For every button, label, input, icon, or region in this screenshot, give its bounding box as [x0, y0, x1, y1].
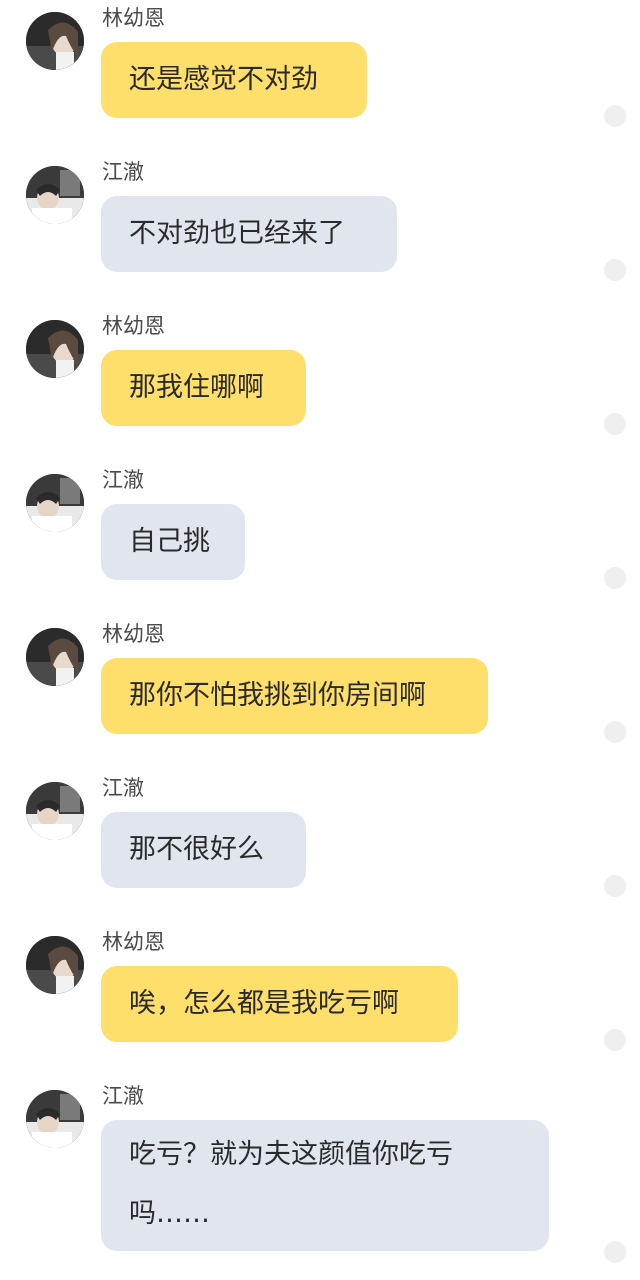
message-row: 林幼恩 那我住哪啊 [0, 308, 640, 462]
sender-name: 林幼恩 [102, 930, 165, 954]
sender-name: 江澈 [102, 1084, 144, 1108]
message-bubble[interactable]: 吃亏？就为夫这颜值你吃亏 吗…… [101, 1120, 549, 1251]
message-row: 江澈 那不很好么 [0, 770, 640, 924]
sender-name: 林幼恩 [102, 314, 165, 338]
avatar-jiangche[interactable] [26, 782, 84, 840]
status-dot [604, 1029, 626, 1051]
status-dot [604, 259, 626, 281]
avatar-linyouen[interactable] [26, 12, 84, 70]
status-dot [604, 721, 626, 743]
status-dot [604, 567, 626, 589]
message-line: 吃亏？就为夫这颜值你吃亏 [129, 1139, 453, 1170]
avatar-jiangche[interactable] [26, 1090, 84, 1148]
status-dot [604, 105, 626, 127]
message-bubble[interactable]: 那你不怕我挑到你房间啊 [101, 658, 488, 734]
status-dot [604, 413, 626, 435]
message-bubble[interactable]: 那我住哪啊 [101, 350, 306, 426]
avatar-linyouen[interactable] [26, 936, 84, 994]
sender-name: 江澈 [102, 776, 144, 800]
avatar-linyouen[interactable] [26, 320, 84, 378]
message-row: 林幼恩 还是感觉不对劲 [0, 0, 640, 154]
message-bubble[interactable]: 唉，怎么都是我吃亏啊 [101, 966, 458, 1042]
sender-name: 林幼恩 [102, 622, 165, 646]
avatar-jiangche[interactable] [26, 166, 84, 224]
message-row: 江澈 自己挑 [0, 462, 640, 616]
message-bubble[interactable]: 自己挑 [101, 504, 245, 580]
sender-name: 江澈 [102, 468, 144, 492]
message-bubble[interactable]: 那不很好么 [101, 812, 306, 888]
status-dot [604, 1241, 626, 1263]
message-row: 林幼恩 唉，怎么都是我吃亏啊 [0, 924, 640, 1078]
status-dot [604, 875, 626, 897]
message-bubble[interactable]: 不对劲也已经来了 [101, 196, 397, 272]
message-row: 林幼恩 那你不怕我挑到你房间啊 [0, 616, 640, 770]
avatar-jiangche[interactable] [26, 474, 84, 532]
message-row: 江澈 吃亏？就为夫这颜值你吃亏 吗…… [0, 1078, 640, 1280]
message-line: 吗…… [129, 1198, 210, 1229]
sender-name: 林幼恩 [102, 6, 165, 30]
avatar-linyouen[interactable] [26, 628, 84, 686]
message-row: 江澈 不对劲也已经来了 [0, 154, 640, 308]
sender-name: 江澈 [102, 160, 144, 184]
message-bubble[interactable]: 还是感觉不对劲 [101, 42, 367, 118]
